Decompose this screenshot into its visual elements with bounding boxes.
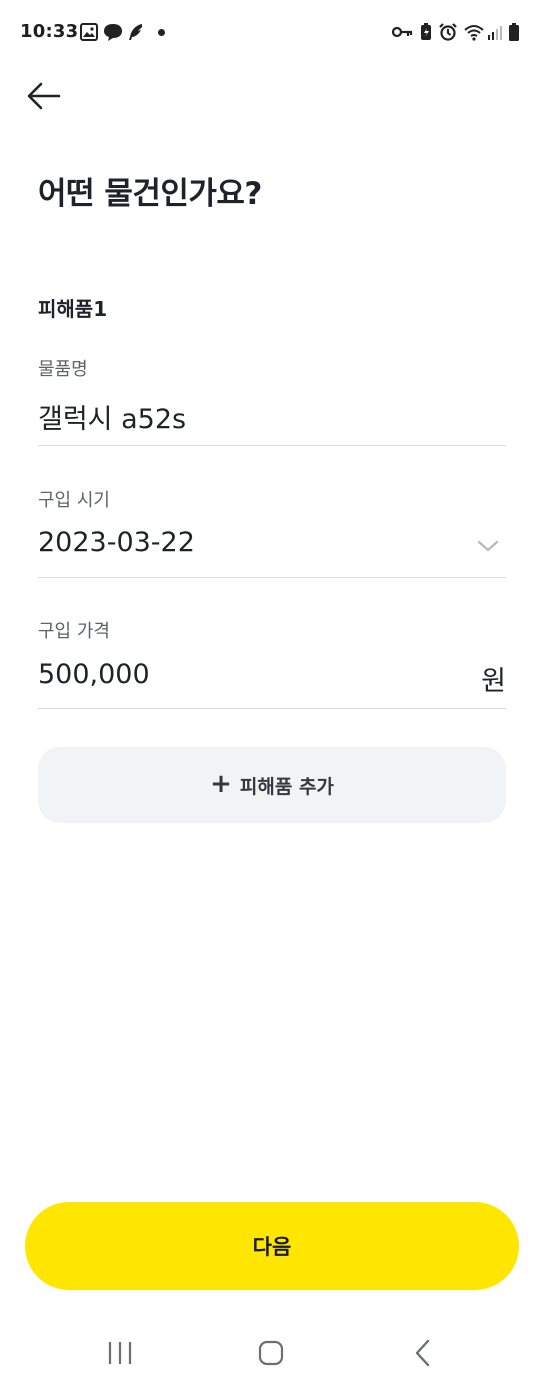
back-icon — [415, 1339, 430, 1367]
add-item-button[interactable]: + 피해품 추가 — [38, 747, 506, 823]
purchase-date-field[interactable]: 구입 시기 2023-03-22 — [38, 486, 506, 578]
recent-apps-button[interactable] — [90, 1336, 150, 1370]
system-nav-bar — [0, 1316, 542, 1390]
wifi-icon — [463, 22, 485, 42]
battery-icon — [508, 22, 520, 42]
section-title: 피해품1 — [38, 297, 108, 321]
signal-icon — [487, 22, 503, 42]
page-title: 어떤 물건인가요? — [38, 176, 262, 212]
home-button[interactable] — [241, 1336, 301, 1370]
item-name-input[interactable]: 갤럭시 a52s — [38, 397, 438, 436]
status-bar: 10:33 — [0, 0, 542, 64]
key-icon — [392, 22, 414, 42]
status-time: 10:33 — [20, 21, 79, 42]
feather-icon — [126, 22, 146, 42]
battery-saver-icon — [419, 22, 433, 42]
purchase-price-field[interactable]: 구입 가격 500,000 원 — [38, 617, 506, 709]
purchase-date-label: 구입 시기 — [38, 490, 110, 511]
next-button-label: 다음 — [252, 1235, 292, 1259]
chevron-down-icon[interactable] — [476, 538, 500, 554]
plus-icon: + — [210, 769, 232, 799]
notification-dot — [158, 29, 165, 36]
item-name-field[interactable]: 물품명 갤럭시 a52s — [38, 355, 506, 446]
home-icon — [258, 1340, 284, 1366]
image-icon — [80, 22, 98, 42]
back-button[interactable] — [20, 74, 68, 118]
recent-apps-icon — [108, 1342, 132, 1364]
add-item-label: 피해품 추가 — [239, 775, 334, 798]
purchase-price-label: 구입 가격 — [38, 621, 110, 642]
next-button[interactable]: 다음 — [25, 1202, 519, 1290]
price-unit: 원 — [481, 666, 506, 697]
purchase-price-input[interactable]: 500,000 — [38, 659, 438, 690]
item-name-label: 물품명 — [38, 359, 88, 380]
arrow-left-icon — [27, 82, 61, 110]
alarm-icon — [438, 22, 458, 42]
nav-back-button[interactable] — [393, 1336, 453, 1370]
purchase-date-value[interactable]: 2023-03-22 — [38, 527, 438, 558]
chat-bubble-icon — [102, 22, 124, 42]
